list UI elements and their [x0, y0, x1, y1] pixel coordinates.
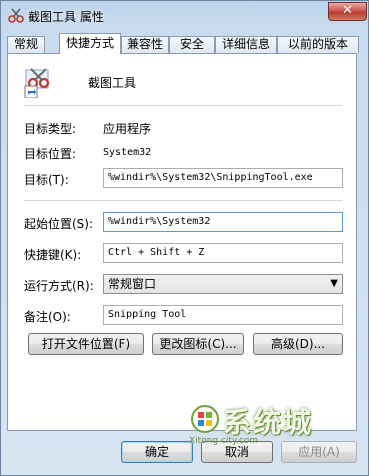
watermark-text: 系统城: [223, 406, 314, 439]
target-type-value: 应用程序: [103, 122, 152, 136]
scissors-icon: [8, 8, 24, 23]
tab-compatibility[interactable]: 兼容性: [121, 36, 169, 53]
start-in-input[interactable]: %windir%\System32: [103, 212, 343, 232]
close-button[interactable]: ✕: [328, 2, 367, 21]
run-select[interactable]: 常规窗口 ▼: [103, 274, 343, 294]
title-bar[interactable]: 截图工具 属性 ✕: [1, 1, 368, 29]
target-label: 目标(T):: [24, 173, 69, 187]
separator: [24, 105, 342, 106]
shortcut-key-label: 快捷键(K):: [24, 248, 82, 262]
tab-previous-versions[interactable]: 以前的版本: [277, 36, 359, 53]
target-input[interactable]: %windir%\System32\SnippingTool.exe: [103, 168, 343, 188]
run-label: 运行方式(R):: [24, 279, 94, 293]
window-title: 截图工具 属性: [28, 10, 104, 24]
snipping-tool-icon: [24, 68, 50, 98]
properties-window: 截图工具 属性 ✕ 常规 快捷方式 兼容性 安全 详细信息 以前的版本 截图工具…: [0, 0, 369, 476]
shortcut-key-input[interactable]: Ctrl + Shift + Z: [103, 243, 343, 263]
target-location-label: 目标位置:: [24, 147, 77, 161]
comment-label: 备注(O):: [24, 310, 71, 324]
watermark-subtext: Xitong city.com: [189, 436, 259, 446]
advanced-button[interactable]: 高级(D)...: [253, 333, 343, 355]
separator: [24, 200, 342, 201]
tab-strip: 常规 快捷方式 兼容性 安全 详细信息 以前的版本: [7, 33, 359, 54]
windows-logo-icon: [191, 405, 219, 433]
tab-details[interactable]: 详细信息: [215, 36, 277, 53]
change-icon-button[interactable]: 更改图标(C)...: [152, 333, 244, 355]
watermark: 系统城 Xitong city.com: [181, 403, 331, 453]
tab-shortcut[interactable]: 快捷方式: [59, 33, 121, 54]
tab-general[interactable]: 常规: [7, 36, 45, 53]
run-select-value: 常规窗口: [108, 277, 157, 291]
close-icon: ✕: [342, 3, 353, 18]
shortcut-panel: 截图工具 目标类型: 应用程序 目标位置: System32 目标(T): %w…: [7, 53, 357, 431]
app-name: 截图工具: [88, 76, 137, 90]
chevron-down-icon: ▼: [330, 278, 338, 289]
comment-input[interactable]: Snipping Tool: [103, 305, 343, 325]
open-file-location-button[interactable]: 打开文件位置(F): [28, 333, 144, 355]
tab-security[interactable]: 安全: [169, 36, 215, 53]
target-location-value: System32: [103, 147, 152, 158]
target-type-label: 目标类型:: [24, 122, 77, 136]
start-in-label: 起始位置(S):: [24, 217, 94, 231]
